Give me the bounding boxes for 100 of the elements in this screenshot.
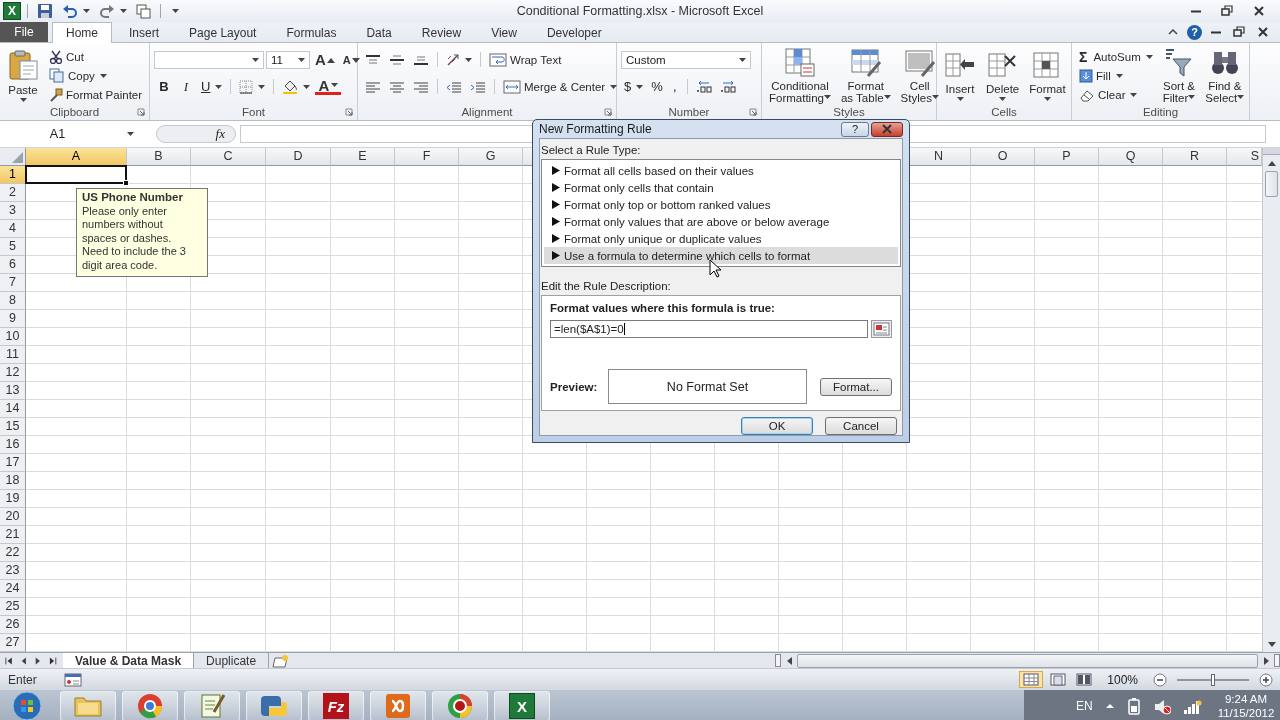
rule-type-option[interactable]: Use a formula to determine which cells to format	[544, 247, 898, 264]
column-header[interactable]: Q	[1099, 148, 1163, 166]
ok-button[interactable]: OK	[741, 417, 813, 435]
first-sheet-icon[interactable]	[5, 655, 14, 666]
row-header[interactable]: 16	[0, 436, 26, 454]
conditional-formatting-button[interactable]: Conditional Formatting	[766, 46, 834, 104]
row-header[interactable]: 11	[0, 346, 26, 364]
row-header[interactable]: 12	[0, 364, 26, 382]
row-header[interactable]: 17	[0, 454, 26, 472]
ribbon-tab[interactable]: Review	[408, 23, 475, 42]
dialog-launcher-icon[interactable]	[137, 108, 145, 116]
font-size-field[interactable]: 11	[266, 50, 310, 69]
dialog-launcher-icon[interactable]	[345, 108, 353, 116]
dialog-launcher-icon[interactable]	[604, 108, 612, 116]
ribbon-tab[interactable]: Developer	[533, 23, 615, 42]
zoom-in-button[interactable]	[1256, 670, 1276, 689]
font-color-button[interactable]: A	[315, 78, 342, 95]
taskbar-button[interactable]: Fz	[308, 691, 364, 720]
format-cells-button[interactable]: Format	[1026, 46, 1069, 104]
clock-time[interactable]: 9:24 AM	[1224, 692, 1268, 706]
fill-button[interactable]: Fill	[1076, 66, 1156, 85]
column-header[interactable]: A	[26, 148, 127, 166]
previous-sheet-icon[interactable]	[19, 655, 28, 666]
clock-date[interactable]: 11/15/2012	[1217, 706, 1275, 720]
clear-button[interactable]: Clear	[1076, 85, 1156, 104]
app-logo[interactable]: X	[3, 2, 21, 20]
ribbon-tab[interactable]: Data	[353, 23, 405, 42]
column-header[interactable]: F	[395, 148, 459, 166]
dialog-launcher-icon[interactable]	[749, 108, 757, 116]
row-header[interactable]: 13	[0, 382, 26, 400]
column-header[interactable]: S	[1227, 148, 1262, 166]
delete-cells-button[interactable]: Delete	[983, 46, 1023, 104]
column-header[interactable]: B	[127, 148, 191, 166]
row-header[interactable]: 24	[0, 580, 26, 598]
language-indicator[interactable]: EN	[1076, 699, 1093, 713]
copy-button[interactable]: Copy	[46, 66, 146, 85]
row-header[interactable]: 18	[0, 472, 26, 490]
formula-field[interactable]: =len($A$1)=0	[550, 320, 868, 338]
taskbar-button[interactable]: X	[494, 691, 550, 720]
muted-speaker-icon[interactable]	[1152, 697, 1171, 715]
column-header[interactable]: G	[459, 148, 523, 166]
taskbar-button[interactable]	[184, 691, 240, 720]
row-header[interactable]: 22	[0, 544, 26, 562]
merge-center-button[interactable]: Merge & Center	[500, 77, 621, 96]
fill-handle[interactable]	[123, 180, 129, 186]
column-header[interactable]: O	[971, 148, 1035, 166]
column-header[interactable]: C	[191, 148, 266, 166]
cancel-button[interactable]: Cancel	[825, 417, 897, 435]
number-format-field[interactable]: Custom	[621, 50, 751, 69]
font-name-field[interactable]	[154, 50, 264, 69]
slider-thumb[interactable]	[1211, 673, 1215, 686]
rule-type-option[interactable]: Format only top or bottom ranked values	[544, 196, 898, 213]
file-tab[interactable]: File	[0, 22, 48, 42]
name-box[interactable]: A1	[2, 125, 152, 143]
find-select-button[interactable]: Find & Select	[1202, 46, 1248, 104]
row-header[interactable]: 26	[0, 616, 26, 634]
scroll-thumb[interactable]	[797, 653, 1258, 668]
underline-button[interactable]: U	[198, 77, 226, 96]
autosum-button[interactable]: Σ AutoSum	[1076, 47, 1156, 66]
cell-styles-button[interactable]: Cell Styles	[897, 46, 942, 104]
taskbar-button[interactable]	[246, 691, 302, 720]
row-header[interactable]: 19	[0, 490, 26, 508]
taskbar-button[interactable]	[122, 691, 178, 720]
taskbar-button[interactable]	[370, 691, 426, 720]
rule-type-option[interactable]: Format only values that are above or below average	[544, 213, 898, 230]
row-header[interactable]: 7	[0, 274, 26, 292]
help-button[interactable]: ?	[1187, 24, 1202, 40]
zoom-slider[interactable]	[1177, 673, 1249, 686]
zoom-level[interactable]: 100%	[1099, 672, 1146, 687]
sort-filter-button[interactable]: Sort & Filter	[1159, 46, 1199, 104]
zoom-out-button[interactable]	[1150, 670, 1170, 689]
format-as-table-button[interactable]: Format as Table	[837, 46, 894, 104]
taskbar-button[interactable]	[432, 691, 488, 720]
paste-button[interactable]: Paste	[4, 46, 42, 104]
help-button[interactable]: ?	[841, 121, 869, 137]
sheet-tab[interactable]: Value & Data Mask	[63, 653, 195, 668]
ribbon-tab[interactable]: View	[478, 23, 530, 42]
shrink-font-button[interactable]: A	[339, 50, 363, 69]
column-header[interactable]: N	[907, 148, 971, 166]
rule-type-option[interactable]: Format all cells based on their values	[544, 162, 898, 179]
column-header[interactable]: R	[1163, 148, 1227, 166]
rule-type-option[interactable]: Format only cells that contain	[544, 179, 898, 196]
ribbon-tab[interactable]: Home	[52, 22, 112, 43]
comma-style-button[interactable]: ,	[667, 77, 682, 96]
wrap-text-button[interactable]: Wrap Text	[486, 50, 565, 69]
row-header[interactable]: 25	[0, 598, 26, 616]
bold-button[interactable]: B	[154, 77, 174, 96]
row-header[interactable]: 2	[0, 184, 26, 202]
insert-function-button[interactable]: fx	[156, 125, 236, 143]
row-header[interactable]: 8	[0, 292, 26, 310]
row-header[interactable]: 9	[0, 310, 26, 328]
row-header[interactable]: 6	[0, 256, 26, 274]
row-header[interactable]: 23	[0, 562, 26, 580]
active-cell[interactable]	[25, 165, 127, 184]
format-painter-button[interactable]: Format Painter	[46, 85, 146, 104]
row-header[interactable]: 1	[0, 166, 26, 184]
row-header[interactable]: 10	[0, 328, 26, 346]
row-header[interactable]: 20	[0, 508, 26, 526]
row-header[interactable]: 21	[0, 526, 26, 544]
last-sheet-icon[interactable]	[48, 655, 57, 666]
